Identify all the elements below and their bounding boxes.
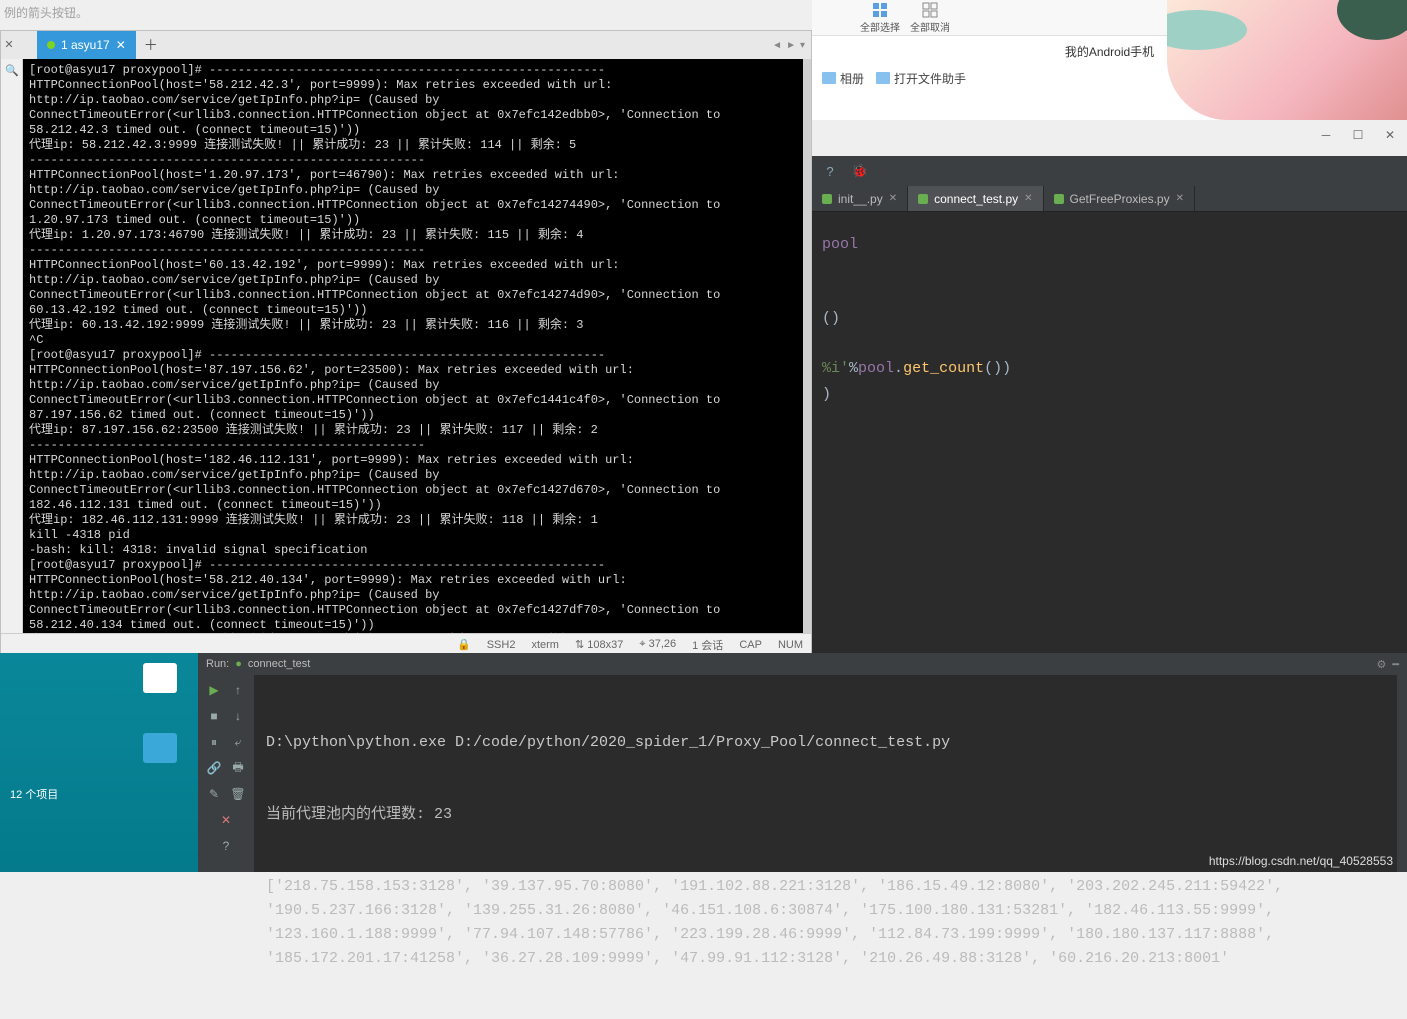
trash-icon[interactable]: 🗑 bbox=[229, 785, 247, 803]
close-tab-icon[interactable]: ✕ bbox=[889, 193, 897, 204]
folder-icon bbox=[822, 72, 836, 84]
window-controls: ─ ☐ ✕ bbox=[1319, 128, 1397, 142]
down-trace-icon[interactable]: ↓ bbox=[229, 707, 247, 725]
ide-tab-label: init__.py bbox=[838, 192, 883, 206]
ssh-terminal-window: ✕ 1 asyu17 ✕ ＋ ◄ ► ▾ 🔍 [root@asyu17 prox… bbox=[0, 30, 812, 656]
watermark: https://blog.csdn.net/qq_40528553 bbox=[1209, 854, 1393, 868]
settings-icon[interactable]: ✎ bbox=[205, 785, 223, 803]
path-album[interactable]: 相册 bbox=[822, 70, 864, 87]
pause-button[interactable]: ⏸ bbox=[205, 733, 223, 751]
close-panel-icon[interactable]: ✕ bbox=[1, 31, 17, 58]
tab-menu-icon[interactable]: ▾ bbox=[800, 40, 805, 51]
new-tab-button[interactable]: ＋ bbox=[139, 31, 163, 59]
ide-pane: ? 🐞 init__.py✕connect_test.py✕GetFreePro… bbox=[812, 156, 1407, 653]
maximize-icon[interactable]: ☐ bbox=[1351, 128, 1365, 142]
ide-tab-label: GetFreeProxies.py bbox=[1070, 192, 1170, 206]
select-none-button[interactable]: 全部取消 bbox=[906, 2, 954, 34]
minimize-icon[interactable]: ─ bbox=[1319, 128, 1333, 142]
run-panel: Run: ● connect_test ⚙ ━ ▶ ↑ ■ ↓ ⏸ ⤶ 🔗 🖶 bbox=[198, 653, 1407, 872]
close-run-icon[interactable]: ✕ bbox=[217, 811, 235, 829]
status-xterm: xterm bbox=[531, 639, 559, 651]
rerun-button[interactable]: ▶ bbox=[205, 681, 223, 699]
bug-icon[interactable]: 🐞 bbox=[852, 163, 868, 179]
terminal-output[interactable]: [root@asyu17 proxypool]# ---------------… bbox=[23, 59, 803, 633]
ide-tab[interactable]: connect_test.py ✕ bbox=[908, 186, 1043, 211]
ide-toolbar: ? 🐞 bbox=[812, 156, 1407, 186]
run-toolbar: ▶ ↑ ■ ↓ ⏸ ⤶ 🔗 🖶 ✎ 🗑 ✕ ? bbox=[198, 675, 254, 872]
ssh-tab-label: 1 asyu17 bbox=[61, 38, 110, 52]
hide-panel-icon[interactable]: ━ bbox=[1392, 658, 1399, 671]
lock-icon: 🔒 bbox=[457, 638, 471, 651]
help-run-icon[interactable]: ? bbox=[217, 837, 235, 855]
python-file-icon bbox=[918, 194, 928, 204]
run-config-name: connect_test bbox=[248, 658, 310, 670]
python-file-icon bbox=[822, 194, 832, 204]
ssh-tabstrip: ✕ 1 asyu17 ✕ ＋ ◄ ► ▾ bbox=[1, 31, 811, 59]
close-tab-icon[interactable]: ✕ bbox=[1176, 193, 1184, 204]
decorative-image bbox=[1167, 0, 1407, 120]
desktop-item-count: 12 个项目 bbox=[10, 786, 58, 802]
gear-icon[interactable]: ⚙ bbox=[1377, 658, 1387, 671]
run-scrollbar[interactable] bbox=[1397, 675, 1407, 872]
close-tab-icon[interactable]: ✕ bbox=[116, 38, 126, 52]
print-icon[interactable]: 🖶 bbox=[229, 759, 247, 777]
status-dim: ⇅ 108x37 bbox=[575, 638, 623, 651]
desktop-icon[interactable] bbox=[140, 663, 180, 703]
status-session: 1 会话 bbox=[692, 637, 723, 653]
folder-icon bbox=[876, 72, 890, 84]
status-cursor: ⌖ 37,26 bbox=[639, 638, 676, 651]
ssh-statusbar: 🔒 SSH2 xterm ⇅ 108x37 ⌖ 37,26 1 会话 CAP N… bbox=[1, 633, 811, 655]
tab-next-icon[interactable]: ► bbox=[786, 40, 796, 51]
code-editor[interactable]: pool () %i'%pool.get_count()) ) bbox=[812, 212, 1407, 428]
ssh-left-sidebar: 🔍 bbox=[1, 59, 23, 633]
desktop-icon[interactable] bbox=[140, 733, 180, 773]
stop-button[interactable]: ■ bbox=[205, 707, 223, 725]
run-output[interactable]: D:\python\python.exe D:/code/python/2020… bbox=[254, 675, 1397, 872]
ide-tab[interactable]: GetFreeProxies.py ✕ bbox=[1044, 186, 1195, 211]
terminal-scrollbar[interactable] bbox=[803, 59, 811, 633]
run-header-label: Run: bbox=[206, 658, 229, 670]
status-ssh: SSH2 bbox=[487, 639, 516, 651]
up-trace-icon[interactable]: ↑ bbox=[229, 681, 247, 699]
close-tab-icon[interactable]: ✕ bbox=[1024, 193, 1032, 204]
help-icon[interactable]: ? bbox=[822, 163, 838, 179]
path-helper[interactable]: 打开文件助手 bbox=[876, 70, 966, 87]
attach-icon[interactable]: 🔗 bbox=[205, 759, 223, 777]
close-icon[interactable]: ✕ bbox=[1383, 128, 1397, 142]
status-cap: CAP bbox=[739, 639, 762, 651]
select-all-button[interactable]: 全部选择 bbox=[856, 2, 904, 34]
tab-prev-icon[interactable]: ◄ bbox=[772, 40, 782, 51]
desktop-area: 12 个项目 bbox=[0, 653, 198, 872]
status-dot-icon bbox=[47, 41, 55, 49]
ide-tab-label: connect_test.py bbox=[934, 192, 1018, 206]
wrap-icon[interactable]: ⤶ bbox=[229, 733, 247, 751]
ide-tab[interactable]: init__.py ✕ bbox=[812, 186, 908, 211]
run-header: Run: ● connect_test ⚙ ━ bbox=[198, 653, 1407, 675]
status-num: NUM bbox=[778, 639, 803, 651]
python-file-icon bbox=[1054, 194, 1064, 204]
ssh-session-tab[interactable]: 1 asyu17 ✕ bbox=[37, 31, 136, 59]
ide-tabstrip: init__.py✕connect_test.py✕GetFreeProxies… bbox=[812, 186, 1407, 212]
search-icon[interactable]: 🔍 bbox=[1, 59, 23, 81]
truncated-hint: 例的箭头按钮。 bbox=[4, 4, 88, 21]
